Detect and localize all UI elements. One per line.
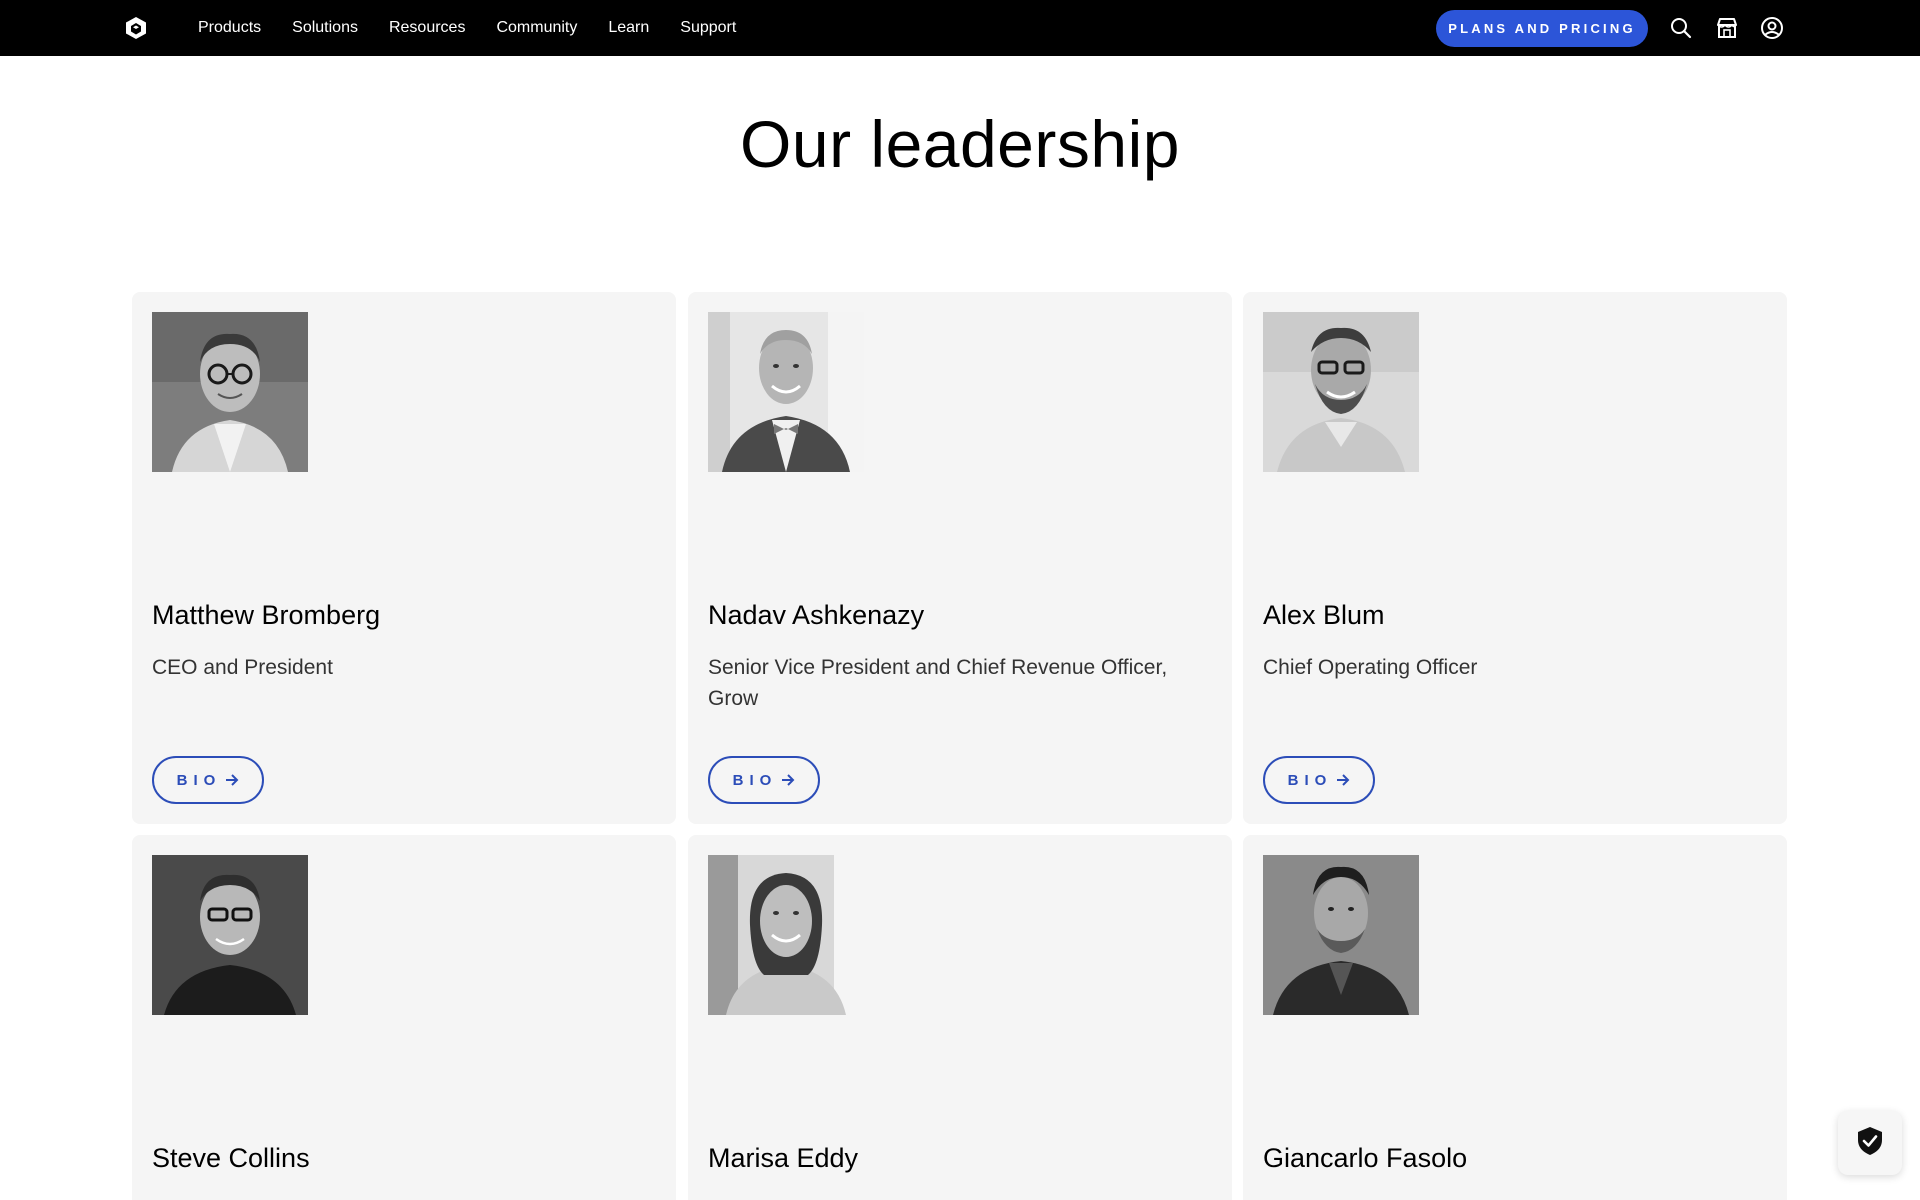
page-title: Our leadership (740, 107, 1180, 181)
leader-name: Steve Collins (152, 1143, 310, 1173)
nav-item-resources[interactable]: Resources (389, 19, 465, 37)
bio-button[interactable]: BIO (1263, 756, 1375, 804)
leader-photo (1263, 312, 1419, 472)
leader-role: CEO and President (152, 656, 333, 679)
leader-name: Alex Blum (1263, 600, 1385, 630)
store-icon[interactable] (1714, 15, 1740, 41)
bio-button[interactable]: BIO (152, 756, 264, 804)
bio-button-label: BIO (732, 771, 778, 789)
leader-name: Matthew Bromberg (152, 600, 381, 630)
bio-button-label: BIO (176, 771, 222, 789)
nav-item-learn[interactable]: Learn (608, 19, 649, 37)
unity-logo-icon[interactable] (124, 16, 148, 40)
nav-item-community[interactable]: Community (496, 19, 577, 37)
leader-name: Giancarlo Fasolo (1263, 1143, 1468, 1173)
bio-button[interactable]: BIO (708, 756, 820, 804)
leader-photo (1263, 855, 1419, 1015)
nav-item-products[interactable]: Products (198, 19, 261, 37)
leader-role: Chief Operating Officer (1263, 656, 1478, 679)
arrow-right-icon (225, 773, 239, 787)
leader-card: Steve Collins (132, 835, 676, 1200)
leader-photo (708, 312, 864, 472)
leader-photo (708, 855, 864, 1015)
arrow-right-icon (1336, 773, 1350, 787)
main-nav: Products Solutions Resources Community L… (198, 0, 767, 56)
leader-card: Giancarlo Fasolo (1243, 835, 1787, 1200)
search-icon[interactable] (1668, 15, 1694, 41)
privacy-settings-button[interactable] (1838, 1111, 1902, 1175)
leader-name: Nadav Ashkenazy (708, 600, 925, 630)
account-icon[interactable] (1759, 15, 1785, 41)
leader-photo (152, 312, 308, 472)
plans-and-pricing-button[interactable]: PLANS AND PRICING (1436, 10, 1648, 47)
top-navigation-bar: Products Solutions Resources Community L… (0, 0, 1920, 56)
leader-card: Alex Blum Chief Operating Officer BIO (1243, 292, 1787, 824)
leader-role: Senior Vice President and Chief Revenue … (708, 656, 1168, 710)
nav-item-support[interactable]: Support (680, 19, 736, 37)
leader-card: Nadav Ashkenazy Senior Vice President an… (688, 292, 1232, 824)
bio-button-label: BIO (1287, 771, 1333, 789)
nav-item-solutions[interactable]: Solutions (292, 19, 358, 37)
shield-check-icon (1856, 1126, 1884, 1161)
leader-photo (152, 855, 308, 1015)
arrow-right-icon (781, 773, 795, 787)
leader-card: Marisa Eddy (688, 835, 1232, 1200)
leader-name: Marisa Eddy (708, 1143, 859, 1173)
leader-card: Matthew Bromberg CEO and President BIO (132, 292, 676, 824)
